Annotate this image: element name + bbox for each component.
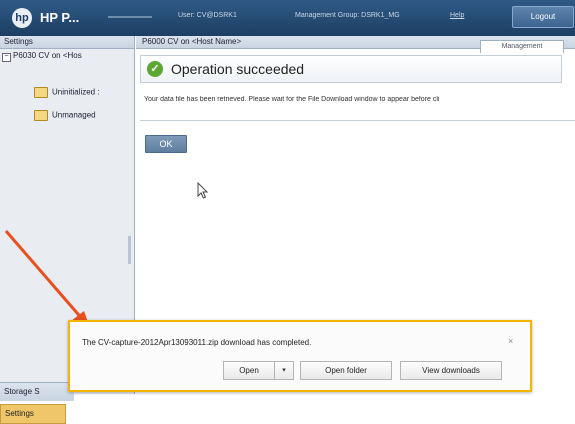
download-message: The CV-capture-2012Apr13093011.zip downl… [82, 338, 312, 347]
open-button[interactable]: Open [223, 361, 275, 380]
close-icon[interactable]: × [508, 336, 513, 346]
download-notification-bar: The CV-capture-2012Apr13093011.zip downl… [68, 320, 532, 392]
settings-tab[interactable]: Settings [0, 404, 66, 424]
open-dropdown-button[interactable]: ▾ [274, 361, 294, 380]
view-downloads-button[interactable]: View downloads [400, 361, 502, 380]
open-folder-button[interactable]: Open folder [300, 361, 392, 380]
